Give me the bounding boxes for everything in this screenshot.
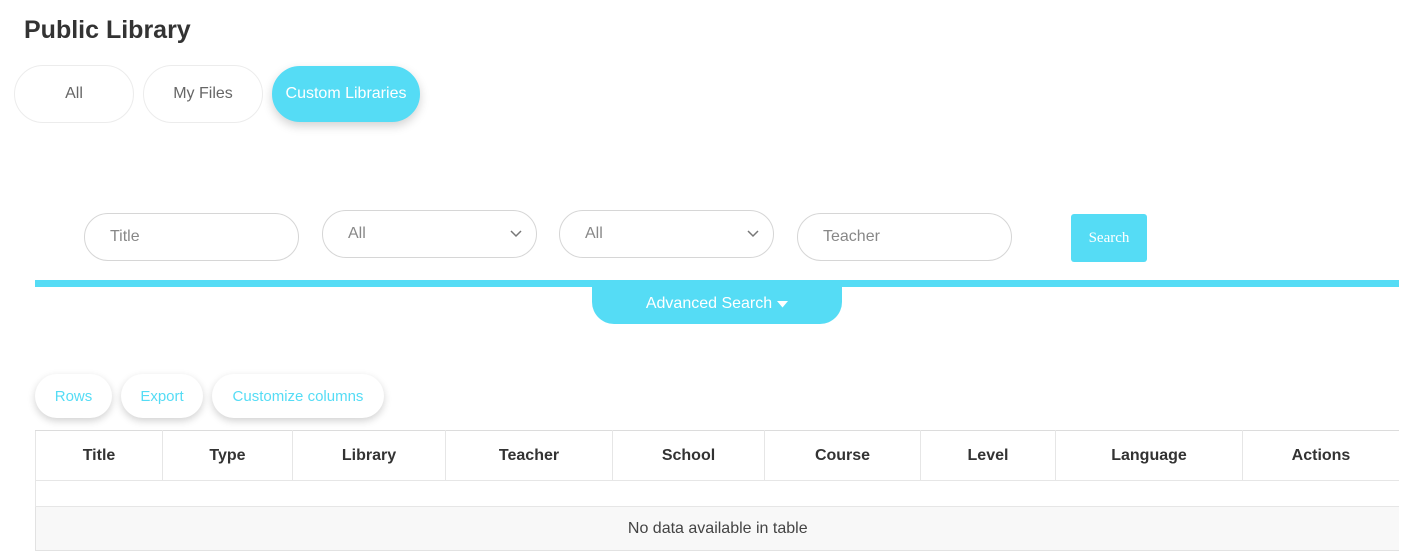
advanced-search-button[interactable]: Advanced Search (592, 284, 842, 324)
chevron-down-icon (733, 230, 773, 238)
chevron-down-icon (496, 230, 536, 238)
table-empty-row: No data available in table (35, 506, 1399, 551)
column-header-actions[interactable]: Actions (1242, 430, 1399, 481)
page-title: Public Library (24, 16, 191, 44)
advanced-search-label: Advanced Search (645, 295, 773, 312)
export-button[interactable]: Export (121, 374, 203, 418)
table-spacer-row (35, 480, 1399, 507)
title-input[interactable] (110, 228, 298, 246)
type-select[interactable]: All (322, 210, 537, 258)
tab-all[interactable]: All (14, 65, 134, 123)
column-header-library[interactable]: Library (292, 430, 446, 481)
teacher-input[interactable] (823, 228, 1011, 246)
column-header-teacher[interactable]: Teacher (445, 430, 613, 481)
caret-down-icon (777, 295, 789, 313)
column-header-language[interactable]: Language (1055, 430, 1243, 481)
column-header-school[interactable]: School (612, 430, 765, 481)
column-header-title[interactable]: Title (35, 430, 163, 481)
rows-button[interactable]: Rows (35, 374, 112, 418)
type-select-value: All (348, 225, 366, 242)
tab-custom-libraries[interactable]: Custom Libraries (272, 66, 420, 122)
customize-columns-button[interactable]: Customize columns (212, 374, 384, 418)
tab-my-files[interactable]: My Files (143, 65, 263, 123)
column-header-level[interactable]: Level (920, 430, 1056, 481)
column-header-type[interactable]: Type (162, 430, 293, 481)
library-select-value: All (585, 225, 603, 242)
title-field[interactable] (84, 213, 299, 261)
table-header-row: Title Type Library Teacher School Course… (35, 430, 1399, 481)
library-table: Title Type Library Teacher School Course… (35, 430, 1399, 556)
library-select[interactable]: All (559, 210, 774, 258)
column-header-course[interactable]: Course (764, 430, 921, 481)
empty-message: No data available in table (35, 506, 1399, 551)
teacher-field[interactable] (797, 213, 1012, 261)
search-button[interactable]: Search (1071, 214, 1147, 262)
